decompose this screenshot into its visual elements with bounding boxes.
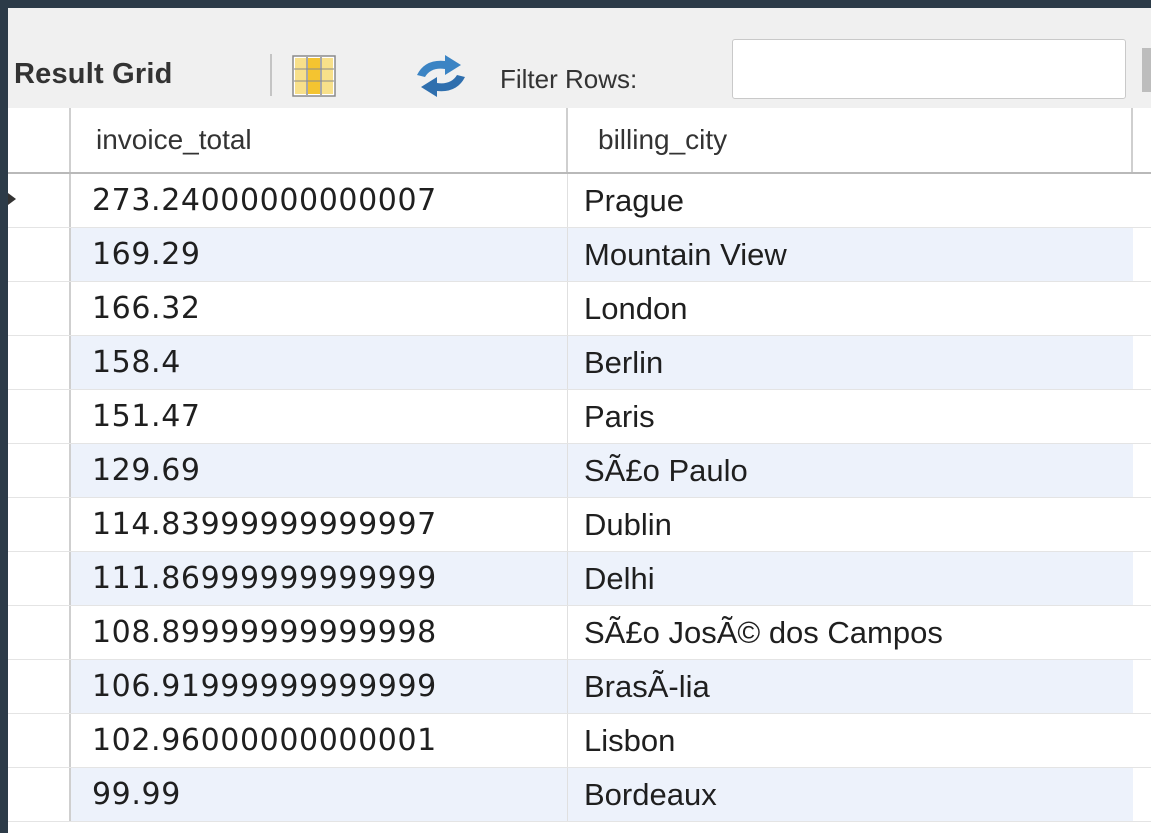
filter-rows-label: Filter Rows: [500,64,638,94]
result-grid-tab[interactable]: Result Grid [14,58,173,90]
cell-billing-city[interactable]: Mountain View [568,228,1133,281]
row-selector[interactable] [8,660,71,713]
cell-billing-city[interactable]: Berlin [568,336,1133,389]
cell-billing-city[interactable]: Bordeaux [568,768,1133,821]
table-row[interactable]: 158.4 Berlin [8,336,1151,390]
cell-invoice-total[interactable]: 111.86999999999999 [71,552,568,605]
row-selector[interactable] [8,498,71,551]
row-selector[interactable] [8,228,71,281]
row-selector[interactable] [8,444,71,497]
row-selector[interactable] [8,174,71,227]
cell-invoice-total[interactable]: 151.47 [71,390,568,443]
row-selector[interactable] [8,552,71,605]
cell-billing-city[interactable]: Lisbon [568,714,1133,767]
row-selector[interactable] [8,282,71,335]
cell-billing-city[interactable]: Paris [568,390,1133,443]
cell-billing-city[interactable]: SÃ£o JosÃ© dos Campos [568,606,1133,659]
cell-billing-city[interactable]: Prague [568,174,1133,227]
cell-billing-city[interactable]: Dublin [568,498,1133,551]
cell-invoice-total[interactable]: 99.99 [71,768,568,821]
table-row[interactable]: 102.96000000000001 Lisbon [8,714,1151,768]
cell-invoice-total[interactable]: 273.24000000000007 [71,174,568,227]
table-row[interactable]: 151.47 Paris [8,390,1151,444]
table-row[interactable]: 129.69 SÃ£o Paulo [8,444,1151,498]
grid-header: invoice_total billing_city [8,108,1151,174]
row-selector[interactable] [8,714,71,767]
table-columns-icon[interactable] [292,55,336,97]
current-row-arrow-icon [8,193,16,205]
toolbar-separator [270,54,272,96]
table-row[interactable]: 273.24000000000007 Prague [8,174,1151,228]
row-header-corner [8,108,71,172]
row-selector[interactable] [8,606,71,659]
cell-billing-city[interactable]: BrasÃ-lia [568,660,1133,713]
cell-invoice-total[interactable]: 114.83999999999997 [71,498,568,551]
cell-billing-city[interactable]: Delhi [568,552,1133,605]
cell-invoice-total[interactable]: 166.32 [71,282,568,335]
result-toolbar: Result Grid Filter Rows: [8,8,1151,108]
refresh-icon[interactable] [403,53,479,99]
table-row[interactable]: 99.99 Bordeaux [8,768,1151,822]
result-panel: Result Grid Filter Rows: invoice_total b… [8,8,1151,833]
cell-invoice-total[interactable]: 102.96000000000001 [71,714,568,767]
filter-rows-input[interactable] [732,39,1126,99]
column-header-billing-city[interactable]: billing_city [568,108,1133,172]
table-row[interactable]: 169.29 Mountain View [8,228,1151,282]
cell-invoice-total[interactable]: 129.69 [71,444,568,497]
grid-rows: 273.24000000000007 Prague 169.29 Mountai… [8,174,1151,822]
table-row[interactable]: 106.91999999999999 BrasÃ-lia [8,660,1151,714]
table-row[interactable]: 108.89999999999998 SÃ£o JosÃ© dos Campos [8,606,1151,660]
row-selector[interactable] [8,390,71,443]
cell-invoice-total[interactable]: 108.89999999999998 [71,606,568,659]
cell-billing-city[interactable]: SÃ£o Paulo [568,444,1133,497]
cell-billing-city[interactable]: London [568,282,1133,335]
table-row[interactable]: 166.32 London [8,282,1151,336]
row-selector[interactable] [8,336,71,389]
cell-invoice-total[interactable]: 106.91999999999999 [71,660,568,713]
column-header-invoice-total[interactable]: invoice_total [71,108,568,172]
cell-invoice-total[interactable]: 158.4 [71,336,568,389]
table-row[interactable]: 111.86999999999999 Delhi [8,552,1151,606]
result-grid: invoice_total billing_city 273.240000000… [8,108,1151,833]
toolbar-overflow-edge [1142,48,1151,92]
row-selector[interactable] [8,768,71,821]
table-row[interactable]: 114.83999999999997 Dublin [8,498,1151,552]
cell-invoice-total[interactable]: 169.29 [71,228,568,281]
